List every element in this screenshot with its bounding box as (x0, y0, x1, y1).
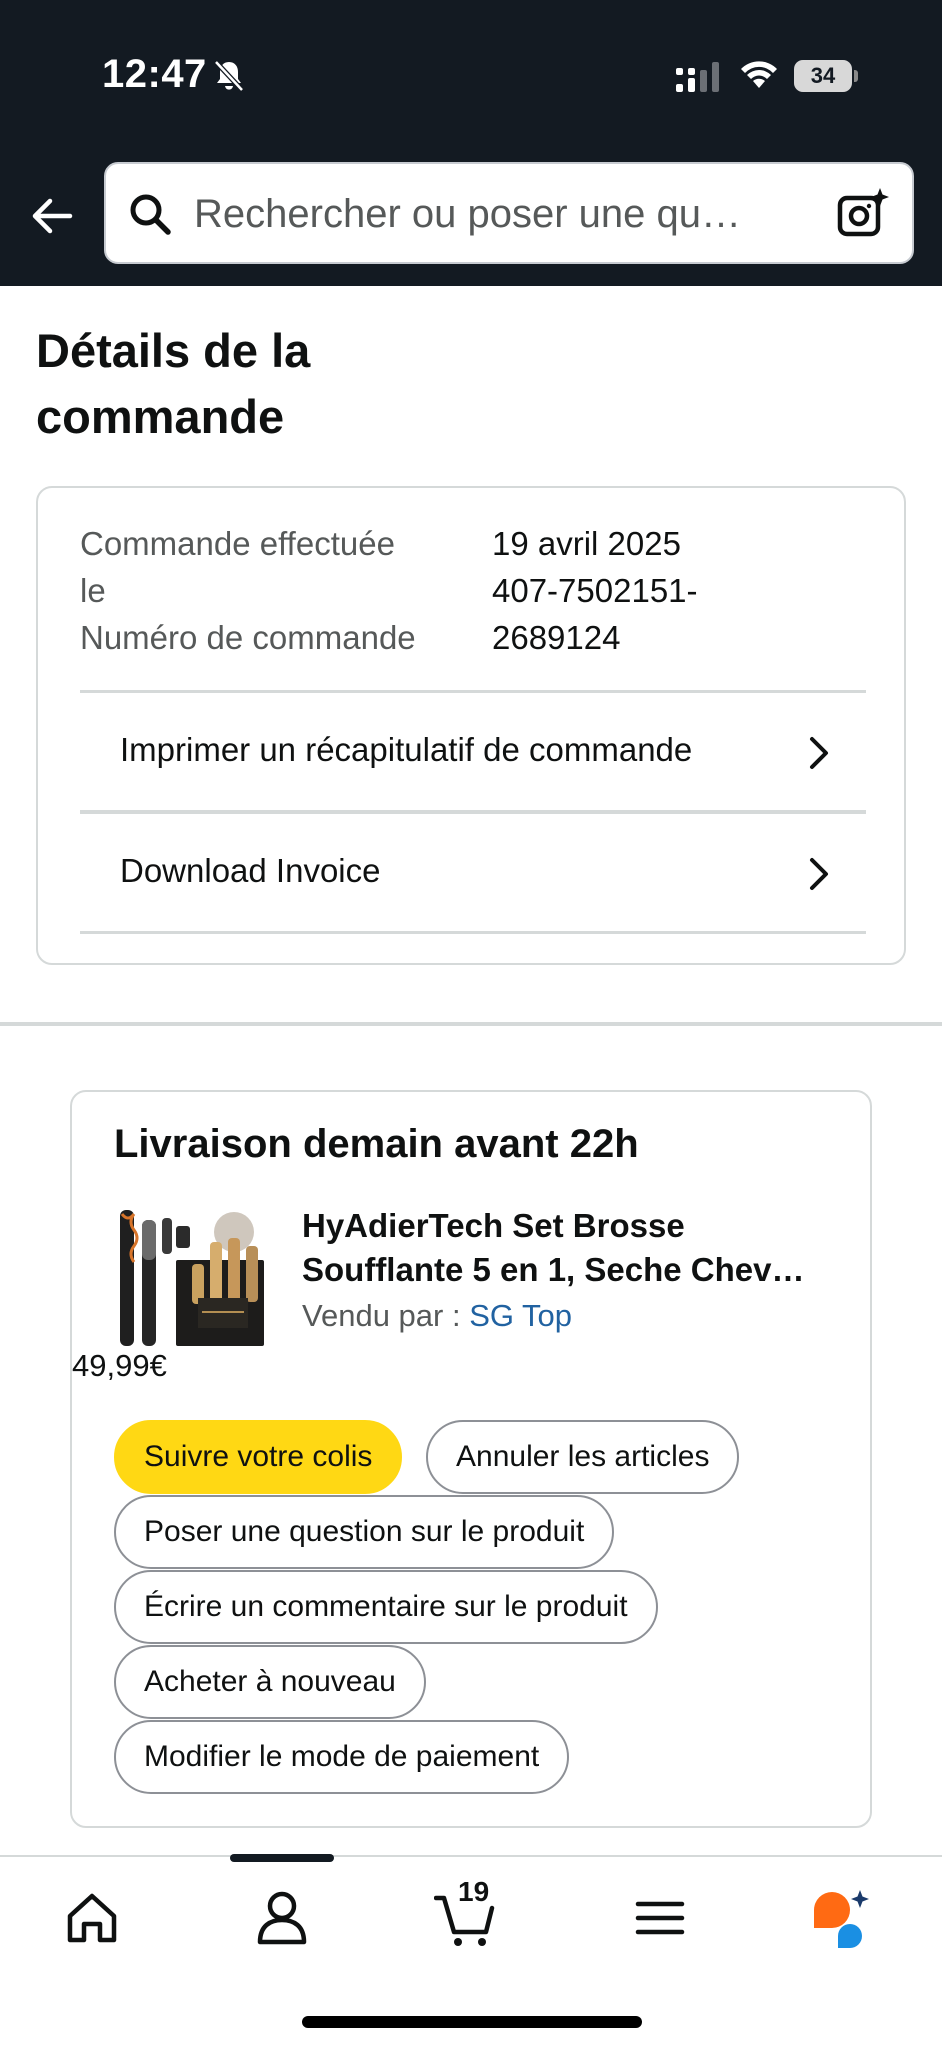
shipment-card: Livraison demain avant 22h HyAdierTech S… (70, 1090, 872, 1828)
order-date-label: Commande effectuée (80, 525, 395, 562)
chevron-right-icon (810, 858, 828, 890)
seller-link[interactable]: SG Top (469, 1298, 572, 1333)
page-title-line2: commande (36, 390, 285, 443)
change-payment-button[interactable]: Modifier le mode de paiement (114, 1720, 570, 1794)
order-date-value: 19 avril 2025 (492, 525, 681, 562)
product-price: 49,99€ (72, 1348, 167, 1383)
sold-by: Vendu par : SG Top (302, 1298, 572, 1334)
order-number-value-2: 2689124 (492, 619, 621, 656)
delivery-status: Livraison demain avant 22h (114, 1122, 639, 1166)
track-package-button[interactable]: Suivre votre colis (114, 1420, 403, 1494)
print-summary-label: Imprimer un récapitulatif de commande (120, 731, 693, 768)
product-image[interactable] (114, 1202, 266, 1354)
divider (80, 931, 866, 934)
ask-question-button[interactable]: Poser une question sur le produit (114, 1495, 615, 1569)
product-title-line1: HyAdierTech Set Brosse (302, 1207, 685, 1244)
menu-icon[interactable] (628, 1886, 692, 1950)
order-number-label: Numéro de commande (80, 619, 416, 656)
cancel-items-button[interactable]: Annuler les articles (426, 1420, 740, 1494)
bell-muted-icon (214, 60, 244, 92)
battery-icon: 34 (794, 60, 858, 92)
download-invoice-label: Download Invoice (120, 852, 381, 889)
account-icon[interactable] (250, 1886, 314, 1950)
back-arrow-icon[interactable] (28, 192, 76, 240)
order-date-label-cont: le (80, 572, 106, 609)
home-indicator (302, 2016, 642, 2028)
search-bar[interactable]: Rechercher ou poser une qu… (104, 162, 914, 264)
home-icon[interactable] (60, 1886, 124, 1950)
page-title-line1: Détails de la (36, 324, 311, 377)
cart-count-badge: 19 (458, 1876, 490, 1907)
chevron-right-icon (810, 737, 828, 769)
search-input[interactable]: Rechercher ou poser une qu… (194, 192, 741, 237)
order-summary-card: Commande effectuée le Numéro de commande… (36, 486, 906, 965)
page-title: Détails de la commande (36, 318, 436, 450)
product-title[interactable]: HyAdierTech Set Brosse Soufflante 5 en 1… (302, 1204, 842, 1292)
order-number-value-1: 407-7502151- (492, 572, 698, 609)
active-tab-indicator (230, 1854, 334, 1862)
product-title-line2: Soufflante 5 en 1, Seche Chev… (302, 1251, 805, 1288)
buy-again-button[interactable]: Acheter à nouveau (114, 1645, 426, 1719)
print-summary-link[interactable]: Imprimer un récapitulatif de commande (80, 693, 866, 811)
battery-level: 34 (810, 63, 836, 88)
order-info: Commande effectuée le Numéro de commande… (80, 520, 860, 656)
wifi-icon (741, 61, 777, 88)
section-separator (0, 1022, 942, 1026)
sold-by-label: Vendu par : (302, 1298, 461, 1333)
camera-search-icon[interactable] (836, 186, 890, 240)
status-time: 12:47 (102, 52, 207, 96)
write-review-button[interactable]: Écrire un commentaire sur le produit (114, 1570, 658, 1644)
rufus-assistant-icon[interactable] (810, 1886, 874, 1950)
download-invoice-link[interactable]: Download Invoice (80, 814, 866, 932)
cellular-signal-icon (676, 62, 719, 92)
search-icon (130, 194, 171, 235)
